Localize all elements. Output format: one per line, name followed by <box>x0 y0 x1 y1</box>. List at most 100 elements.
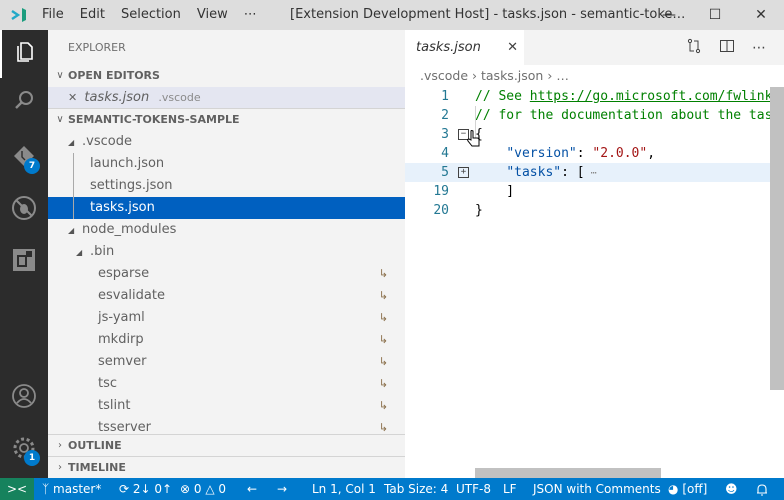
code-line[interactable]: 1 // See https://go.microsoft.com/fwlink/… <box>405 87 784 106</box>
extensions-button[interactable] <box>0 238 48 286</box>
navigate-forward-button[interactable]: → <box>277 478 287 500</box>
open-editors-header[interactable]: ∨ OPEN EDITORS <box>48 65 405 87</box>
tree-item[interactable]: esvalidate ↳ <box>48 285 405 307</box>
code-line[interactable]: 20} <box>405 201 784 220</box>
code-line[interactable]: 5 + "tasks": [ ⋯ <box>405 163 784 182</box>
menu-more[interactable]: ⋯ <box>236 0 265 30</box>
tree-item[interactable]: esparse ↳ <box>48 263 405 285</box>
open-changes-button[interactable] <box>680 30 708 65</box>
accounts-button[interactable] <box>0 374 48 422</box>
code-line[interactable]: 2 // for the documentation about the task… <box>405 106 784 125</box>
explorer-button[interactable] <box>0 30 48 78</box>
close-tab-icon[interactable]: ✕ <box>507 40 518 55</box>
source-control-button[interactable]: 7 <box>0 134 48 182</box>
tree-item[interactable]: tasks.json <box>48 197 405 219</box>
line-content: ] <box>475 182 514 201</box>
breadcrumb-file[interactable]: tasks.json <box>481 68 543 83</box>
tree-item[interactable]: ◢ .vscode <box>48 131 405 153</box>
symlink-icon: ↳ <box>378 377 388 390</box>
feedback-button[interactable]: ☻ <box>725 478 738 500</box>
tree-item-label: launch.json <box>90 156 165 171</box>
code-line[interactable]: 3−{ <box>405 125 784 144</box>
minimize-button[interactable]: — <box>646 0 692 30</box>
tree-item-label: esparse <box>98 266 150 281</box>
language-mode[interactable]: JSON with Comments <box>533 478 661 500</box>
twisty-expanded-icon[interactable]: ◢ <box>76 242 90 264</box>
split-editor-button[interactable] <box>713 30 741 65</box>
code-line[interactable]: 19 ] <box>405 182 784 201</box>
line-content: // See https://go.microsoft.com/fwlink/?… <box>475 87 784 106</box>
error-count: 0 <box>193 482 202 496</box>
status-bar: >< ᛉ master* ⟳ 2↓ 0↑ ⊗ 0 △ 0 ← → Ln 1, C… <box>0 478 784 500</box>
live-share-status[interactable]: ◕ [off] <box>668 478 707 500</box>
code-token: ⋯ <box>584 168 597 179</box>
notifications-button[interactable] <box>756 478 768 500</box>
code-token: "2.0.0" <box>592 146 648 161</box>
activity-bar: 7 1 <box>0 30 48 478</box>
close-window-button[interactable]: ✕ <box>738 0 784 30</box>
sync-counts: 2↓ 0↑ <box>132 482 173 496</box>
breadcrumb-folder[interactable]: .vscode <box>420 68 468 83</box>
tree-item-label: tsc <box>98 376 118 391</box>
remote-button[interactable]: >< <box>0 478 34 500</box>
line-number: 19 <box>433 184 449 199</box>
run-debug-button[interactable] <box>0 186 48 234</box>
chevron-down-icon: ∨ <box>56 114 64 125</box>
files-icon <box>13 40 37 68</box>
line-number: 4 <box>441 146 449 161</box>
code-token[interactable]: https://go.microsoft.com/fwlink/?LinkId=… <box>530 89 784 104</box>
chevron-right-icon: › <box>58 440 62 451</box>
tree-item[interactable]: ◢ .bin <box>48 241 405 263</box>
tree-item-label: node_modules <box>82 222 177 237</box>
fold-expand-icon[interactable]: + <box>458 167 469 178</box>
split-editor-icon <box>719 38 735 58</box>
menu-view[interactable]: View <box>189 0 236 30</box>
search-icon <box>12 88 36 116</box>
vertical-scrollbar[interactable] <box>770 87 784 390</box>
tab-tasks-json[interactable]: tasks.json ✕ <box>405 30 524 65</box>
tree-item[interactable]: settings.json <box>48 175 405 197</box>
tree-item[interactable]: semver ↳ <box>48 351 405 373</box>
horizontal-scrollbar[interactable] <box>475 468 661 478</box>
tree-item[interactable]: ◢ node_modules <box>48 219 405 241</box>
breadcrumb-symbol[interactable]: … <box>556 68 569 83</box>
tree-item[interactable]: tsc ↳ <box>48 373 405 395</box>
menu-file[interactable]: File <box>34 0 72 30</box>
timeline-section[interactable]: › TIMELINE <box>48 456 405 478</box>
open-editor-item[interactable]: ✕ tasks.json .vscode <box>48 87 405 109</box>
tree-item[interactable]: launch.json <box>48 153 405 175</box>
code-editor[interactable]: 1 // See https://go.microsoft.com/fwlink/… <box>405 87 784 220</box>
branch-status[interactable]: ᛉ master* <box>42 478 101 500</box>
manage-button[interactable]: 1 <box>0 426 48 474</box>
menu-selection[interactable]: Selection <box>113 0 189 30</box>
file-tree: ◢ .vscode launch.json settings.json tasks.js… <box>48 131 405 439</box>
outline-section[interactable]: › OUTLINE <box>48 434 405 456</box>
code-line[interactable]: 4 "version": "2.0.0", <box>405 144 784 163</box>
indent-guide <box>73 197 74 219</box>
search-button[interactable] <box>0 78 48 126</box>
twisty-expanded-icon[interactable]: ◢ <box>68 220 82 242</box>
cursor-position[interactable]: Ln 1, Col 1 <box>312 478 376 500</box>
tab-size[interactable]: Tab Size: 4 <box>384 478 448 500</box>
menu-edit[interactable]: Edit <box>72 0 113 30</box>
tree-item[interactable]: tslint ↳ <box>48 395 405 417</box>
breadcrumb: .vscode › tasks.json › … <box>405 65 784 87</box>
close-editor-icon[interactable]: ✕ <box>68 91 77 104</box>
title-bar: File Edit Selection View ⋯ [Extension De… <box>0 0 784 30</box>
error-icon: ⊗ <box>180 482 191 496</box>
twisty-expanded-icon[interactable]: ◢ <box>68 132 82 154</box>
more-actions-button[interactable]: ⋯ <box>745 30 773 65</box>
encoding[interactable]: UTF-8 <box>456 478 491 500</box>
tree-item[interactable]: js-yaml ↳ <box>48 307 405 329</box>
tree-item[interactable]: mkdirp ↳ <box>48 329 405 351</box>
line-number: 20 <box>433 203 449 218</box>
end-of-line[interactable]: LF <box>503 478 517 500</box>
editor-tabs: tasks.json ✕ ⋯ <box>405 30 784 65</box>
navigate-back-button[interactable]: ← <box>247 478 257 500</box>
maximize-button[interactable]: ☐ <box>692 0 738 30</box>
sync-status[interactable]: ⟳ 2↓ 0↑ <box>119 478 172 500</box>
workspace-header[interactable]: ∨ SEMANTIC-TOKENS-SAMPLE <box>48 109 405 131</box>
problems-status[interactable]: ⊗ 0 △ 0 <box>180 478 226 500</box>
code-token: "version" <box>506 146 577 161</box>
live-share-label: [off] <box>682 482 708 496</box>
